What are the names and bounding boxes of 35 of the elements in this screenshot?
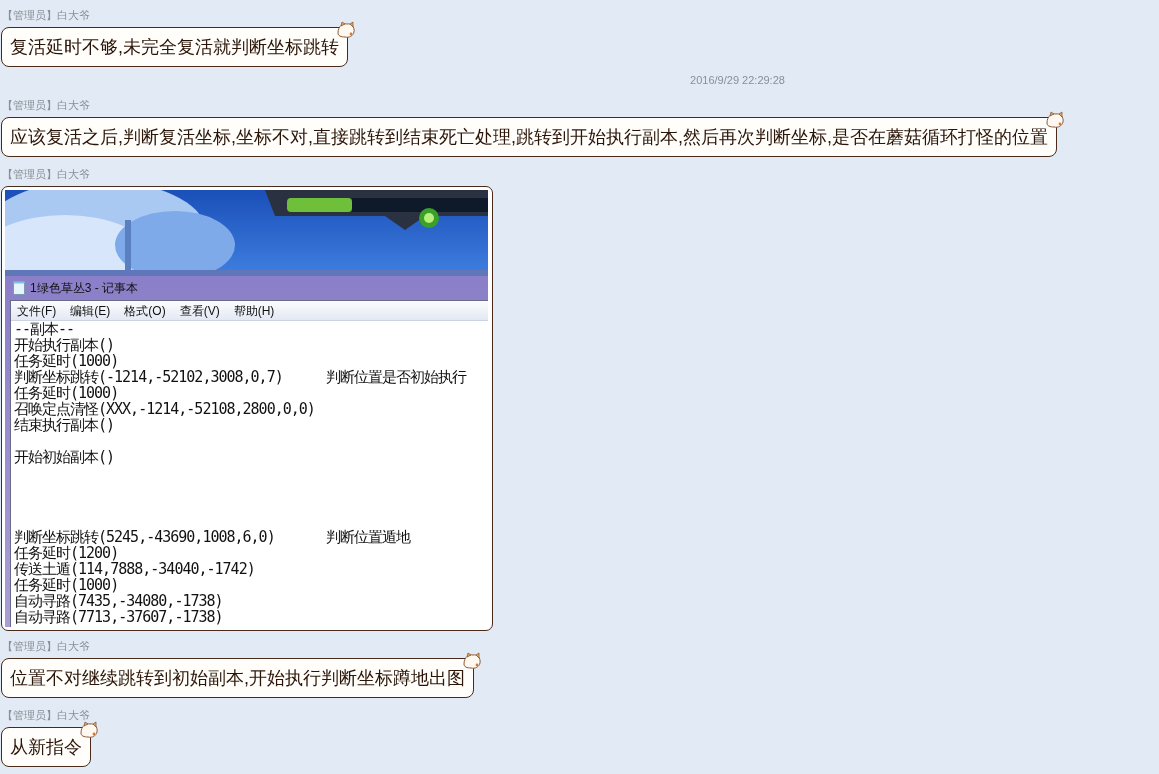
code-line: 任务延时(1000) <box>14 385 119 401</box>
sender-role: 【管理员】 <box>2 166 57 182</box>
window-title: 1绿色草丛3 - 记事本 <box>30 280 138 297</box>
code-line: 判断坐标跳转(5245,-43690,1008,6,0) <box>14 529 276 545</box>
code-line: --副本-- <box>14 321 76 337</box>
cat-sticker-icon <box>461 652 483 672</box>
sender-name: 白大爷 <box>57 7 90 23</box>
code-comment: 判断位置遁地 <box>326 529 410 545</box>
code-line: 传送土遁(114,7888,-34040,-1742) <box>14 561 256 577</box>
menu-item[interactable]: 文件(F) <box>17 301 57 320</box>
code-line: 判断坐标跳转(-1214,-52102,3008,0,7) <box>14 369 284 385</box>
sender-name: 白大爷 <box>57 707 90 723</box>
menu-item[interactable]: 格式(O) <box>124 301 166 320</box>
code-line: 任务延时(1200) <box>14 545 119 561</box>
notepad-icon <box>13 281 25 295</box>
code-line: 自动寻路(7435,-34080,-1738) <box>14 593 224 609</box>
sender-name: 白大爷 <box>57 166 90 182</box>
sender-name: 白大爷 <box>57 97 90 113</box>
sender-role: 【管理员】 <box>2 97 57 113</box>
code-line: 任务延时(1000) <box>14 577 119 593</box>
sender-role: 【管理员】 <box>2 7 57 23</box>
code-line: 任务延时(1000) <box>14 353 120 369</box>
code-line: 自动寻路(7713,-37607,-1738) <box>14 609 224 625</box>
code-line: 召唤定点清怪(XXX,-1214,-52108,2800,0,0) <box>14 401 316 417</box>
sender-role: 【管理员】 <box>2 638 57 654</box>
menu-item[interactable]: 查看(V) <box>179 301 220 320</box>
sender-name: 白大爷 <box>57 638 90 654</box>
code-line: 开始执行副本() <box>14 337 116 353</box>
menu-item[interactable]: 编辑(E) <box>70 301 111 320</box>
sender-role: 【管理员】 <box>2 707 57 723</box>
code-comment: 判断位置是否初始执行 <box>326 369 466 385</box>
code-line: 结束执行副本() <box>14 417 115 433</box>
timestamp: 2016/9/29 22:29:28 <box>690 73 785 88</box>
code-line: 开始初始副本() <box>14 449 116 465</box>
menu-item[interactable]: 帮助(H) <box>233 301 275 320</box>
